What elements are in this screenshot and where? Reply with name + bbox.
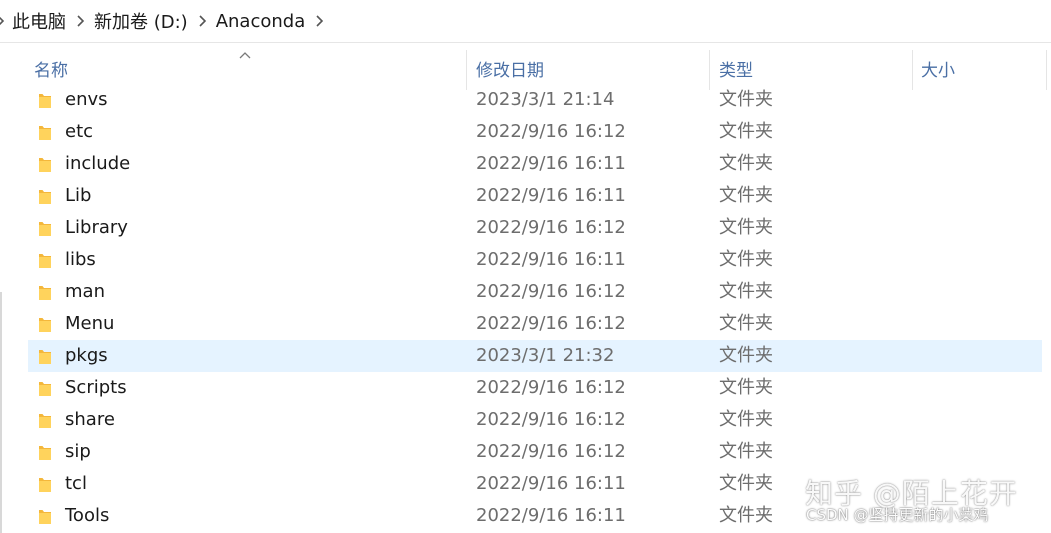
- column-divider[interactable]: [1046, 50, 1047, 90]
- file-type: 文件夹: [719, 121, 773, 142]
- file-type: 文件夹: [719, 441, 773, 462]
- file-type: 文件夹: [719, 281, 773, 302]
- file-type: 文件夹: [719, 185, 773, 206]
- folder-icon: [39, 222, 51, 236]
- file-name: Tools: [65, 505, 110, 526]
- file-row[interactable]: Scripts 2022/9/16 16:12 文件夹: [28, 372, 1042, 404]
- file-name: envs: [65, 89, 108, 110]
- file-row[interactable]: pkgs 2023/3/1 21:32 文件夹: [28, 340, 1042, 372]
- folder-icon: [39, 414, 51, 428]
- folder-icon: [39, 318, 51, 332]
- file-modified-date: 2022/9/16 16:12: [476, 313, 626, 334]
- file-name: share: [65, 409, 115, 430]
- file-row[interactable]: etc 2022/9/16 16:12 文件夹: [28, 116, 1042, 148]
- file-type: 文件夹: [719, 313, 773, 334]
- folder-icon: [39, 254, 51, 268]
- file-type: 文件夹: [719, 249, 773, 270]
- folder-icon: [39, 350, 51, 364]
- file-name: pkgs: [65, 345, 108, 366]
- breadcrumb-item-drive-d[interactable]: 新加卷 (D:): [88, 8, 196, 34]
- breadcrumb-item-anaconda[interactable]: Anaconda: [210, 11, 314, 32]
- chevron-right-icon[interactable]: [74, 14, 88, 28]
- file-modified-date: 2022/9/16 16:12: [476, 377, 626, 398]
- file-modified-date: 2022/9/16 16:11: [476, 249, 626, 270]
- file-row[interactable]: share 2022/9/16 16:12 文件夹: [28, 404, 1042, 436]
- file-type: 文件夹: [719, 377, 773, 398]
- folder-icon: [39, 94, 51, 108]
- file-row[interactable]: libs 2022/9/16 16:11 文件夹: [28, 244, 1042, 276]
- file-name: Menu: [65, 313, 115, 334]
- file-name: libs: [65, 249, 96, 270]
- chevron-right-icon[interactable]: [196, 14, 210, 28]
- file-modified-date: 2022/9/16 16:12: [476, 217, 626, 238]
- file-explorer-window: 此电脑 新加卷 (D:) Anaconda 名称 修改日期 类型 大小 envs…: [0, 0, 1051, 533]
- folder-icon: [39, 510, 51, 524]
- file-modified-date: 2022/9/16 16:11: [476, 185, 626, 206]
- file-type: 文件夹: [719, 217, 773, 238]
- file-modified-date: 2022/9/16 16:12: [476, 409, 626, 430]
- file-name: Lib: [65, 185, 92, 206]
- file-name: man: [65, 281, 105, 302]
- folder-icon: [39, 446, 51, 460]
- file-modified-date: 2022/9/16 16:11: [476, 505, 626, 526]
- breadcrumb: 此电脑 新加卷 (D:) Anaconda: [0, 0, 1051, 43]
- file-row[interactable]: Menu 2022/9/16 16:12 文件夹: [28, 308, 1042, 340]
- file-type: 文件夹: [719, 409, 773, 430]
- folder-icon: [39, 286, 51, 300]
- folder-icon: [39, 190, 51, 204]
- file-name: etc: [65, 121, 94, 142]
- file-modified-date: 2022/9/16 16:11: [476, 153, 626, 174]
- file-row[interactable]: include 2022/9/16 16:11 文件夹: [28, 148, 1042, 180]
- file-row[interactable]: sip 2022/9/16 16:12 文件夹: [28, 436, 1042, 468]
- file-type: 文件夹: [719, 345, 773, 366]
- file-name: sip: [65, 441, 91, 462]
- file-row[interactable]: Library 2022/9/16 16:12 文件夹: [28, 212, 1042, 244]
- folder-icon: [39, 478, 51, 492]
- file-type: 文件夹: [719, 89, 773, 110]
- file-modified-date: 2023/3/1 21:14: [476, 89, 615, 110]
- scroll-edge: [0, 292, 2, 533]
- file-modified-date: 2023/3/1 21:32: [476, 345, 615, 366]
- file-name: Scripts: [65, 377, 127, 398]
- file-modified-date: 2022/9/16 16:12: [476, 441, 626, 462]
- file-row[interactable]: envs 2023/3/1 21:14 文件夹: [28, 84, 1042, 116]
- file-name: tcl: [65, 473, 87, 494]
- file-modified-date: 2022/9/16 16:11: [476, 473, 626, 494]
- folder-icon: [39, 126, 51, 140]
- watermark-csdn: CSDN @坚持更新的小菜鸡: [806, 506, 989, 524]
- folder-icon: [39, 382, 51, 396]
- file-name: Library: [65, 217, 128, 238]
- file-type: 文件夹: [719, 473, 773, 494]
- file-row[interactable]: man 2022/9/16 16:12 文件夹: [28, 276, 1042, 308]
- file-name: include: [65, 153, 131, 174]
- chevron-right-icon[interactable]: [313, 14, 327, 28]
- file-row[interactable]: Lib 2022/9/16 16:11 文件夹: [28, 180, 1042, 212]
- file-type: 文件夹: [719, 505, 773, 526]
- file-modified-date: 2022/9/16 16:12: [476, 121, 626, 142]
- file-type: 文件夹: [719, 153, 773, 174]
- file-modified-date: 2022/9/16 16:12: [476, 281, 626, 302]
- folder-icon: [39, 158, 51, 172]
- breadcrumb-item-this-pc[interactable]: 此电脑: [6, 8, 74, 34]
